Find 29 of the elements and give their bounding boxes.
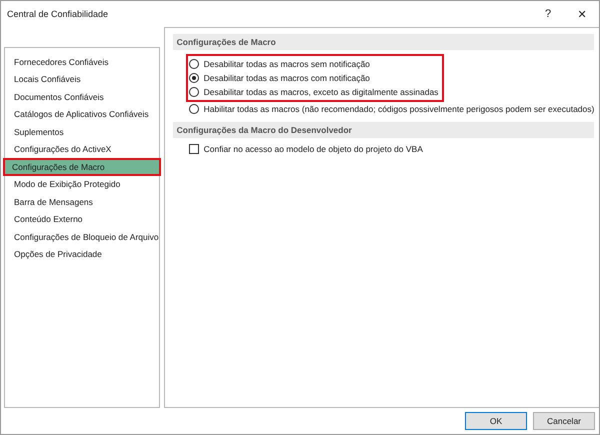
sidebar-item[interactable]: Configurações do ActiveX: [5, 140, 159, 158]
option-label[interactable]: Desabilitar todas as macros com notificação: [204, 73, 370, 83]
dialog-button[interactable]: Cancelar: [533, 412, 595, 430]
sidebar-item[interactable]: Documentos Confiáveis: [5, 88, 159, 106]
sidebar-item[interactable]: Catálogos de Aplicativos Confiáveis: [5, 106, 159, 123]
sidebar-item[interactable]: Configurações de Macro: [3, 158, 161, 176]
sidebar-item[interactable]: Barra de Mensagens: [5, 193, 159, 210]
radio-button[interactable]: [188, 87, 199, 97]
sidebar-item[interactable]: Opções de Privacidade: [5, 246, 159, 263]
option-label[interactable]: Desabilitar todas as macros sem notificação: [204, 59, 370, 69]
section-header: Configurações de Macro: [172, 34, 594, 50]
radio-button[interactable]: [188, 104, 199, 114]
checkbox[interactable]: [188, 144, 199, 154]
radio-button[interactable]: [188, 73, 199, 83]
section-header: Configurações da Macro do Desenvolvedor: [172, 122, 594, 138]
sidebar-item[interactable]: Configurações de Bloqueio de Arquivo: [5, 228, 159, 246]
option-label[interactable]: Confiar no acesso ao modelo de objeto do projeto do VBA: [204, 144, 423, 154]
dialog-button[interactable]: OK: [465, 412, 527, 430]
option-label[interactable]: Desabilitar todas as macros, exceto as digitalmente assinadas: [204, 87, 438, 97]
option-label[interactable]: Habilitar todas as macros (não recomendado; códigos possivelmente perigosos podem ser executados): [204, 104, 594, 114]
sidebar-item[interactable]: Suplementos: [5, 123, 159, 140]
close-button[interactable]: ✕: [565, 2, 599, 26]
sidebar-item[interactable]: Locais Confiáveis: [5, 70, 159, 88]
window-title: Central de Confiabilidade: [7, 9, 110, 19]
sidebar-item[interactable]: Fornecedores Confiáveis: [5, 53, 159, 70]
radio-button[interactable]: [188, 59, 199, 69]
help-button[interactable]: ?: [531, 2, 565, 26]
sidebar-item[interactable]: Conteúdo Externo: [5, 210, 159, 228]
sidebar-item[interactable]: Modo de Exibição Protegido: [5, 176, 159, 193]
